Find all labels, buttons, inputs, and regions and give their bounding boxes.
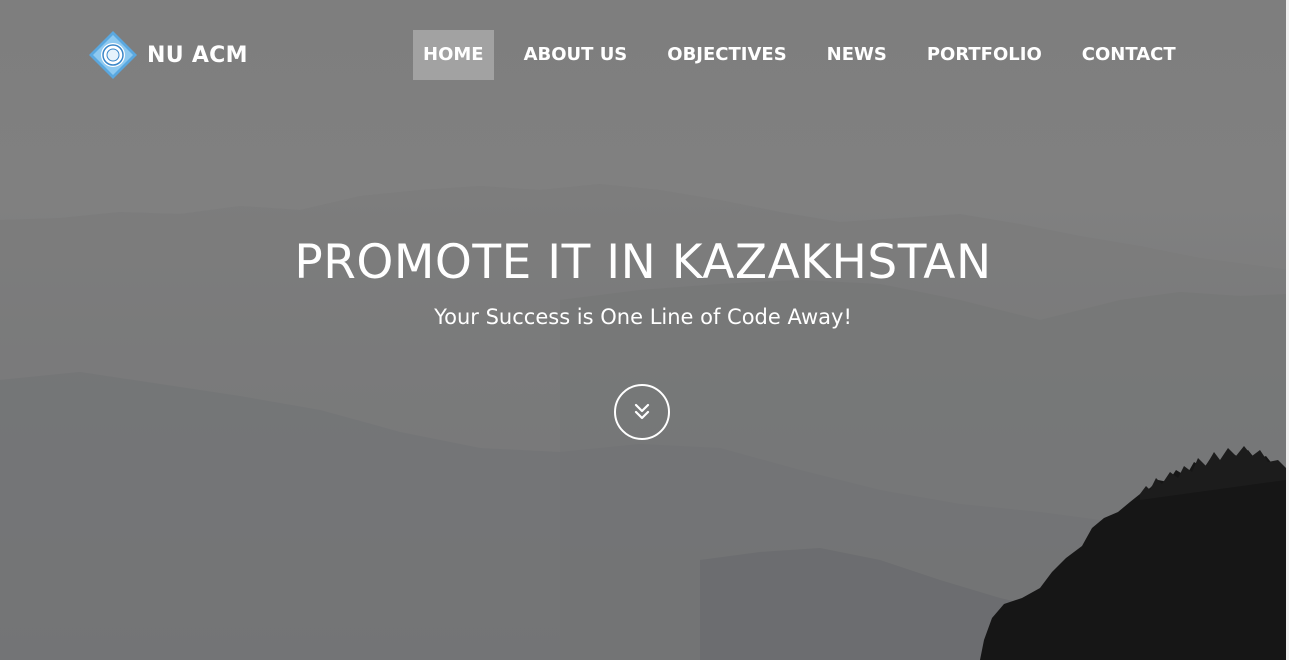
nav-item-portfolio[interactable]: PORTFOLIO (917, 30, 1052, 80)
brand-link[interactable]: NU ACM (88, 30, 248, 80)
nav-item-about-us[interactable]: ABOUT US (514, 30, 638, 80)
nav-item-objectives[interactable]: OBJECTIVES (657, 30, 796, 80)
acm-diamond-logo-icon (89, 31, 137, 79)
main-nav-menu: HOME ABOUT US OBJECTIVES NEWS PORTFOLIO … (413, 30, 1186, 80)
nav-item-contact[interactable]: CONTACT (1072, 30, 1186, 80)
hero-title: PROMOTE IT IN KAZAKHSTAN (294, 235, 992, 290)
nav-item-news[interactable]: NEWS (817, 30, 897, 80)
top-navbar: NU ACM HOME ABOUT US OBJECTIVES NEWS POR… (0, 0, 1286, 110)
hero-section: PROMOTE IT IN KAZAKHSTAN Your Success is… (0, 228, 1286, 332)
brand-name: NU ACM (147, 42, 248, 68)
hero-subtitle: Your Success is One Line of Code Away! (434, 305, 852, 329)
page: NU ACM HOME ABOUT US OBJECTIVES NEWS POR… (0, 0, 1289, 660)
scroll-down-button[interactable] (614, 384, 670, 440)
nav-item-home[interactable]: HOME (413, 30, 494, 80)
double-chevron-down-icon (634, 403, 650, 420)
